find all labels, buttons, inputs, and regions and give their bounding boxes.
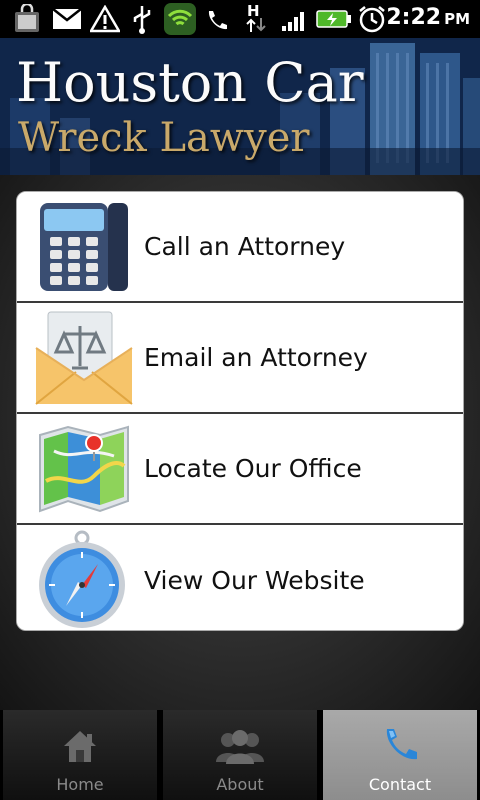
app-title-line2: Wreck Lawyer [18, 115, 310, 161]
tab-label: Contact [368, 775, 432, 794]
envelope-scales-icon [29, 308, 139, 408]
menu-item-label: View Our Website [144, 565, 365, 595]
tab-home[interactable]: Home [3, 710, 157, 800]
desk-phone-icon [29, 197, 139, 297]
menu-item-locate-office[interactable]: Locate Our Office [17, 414, 463, 525]
menu-item-email-attorney[interactable]: Email an Attorney [17, 303, 463, 414]
usb-icon [130, 4, 154, 38]
battery-charging-icon [316, 9, 352, 33]
menu-item-label: Call an Attorney [144, 232, 346, 261]
tab-contact[interactable]: Contact [323, 710, 477, 800]
tab-label: About [216, 775, 264, 794]
map-pin-icon [29, 419, 139, 519]
home-icon [60, 726, 100, 770]
warning-icon [88, 4, 122, 37]
phone-handset-icon [380, 726, 420, 770]
h-signal-icon: H [245, 2, 269, 38]
people-icon [212, 726, 268, 770]
wifi-shield-icon [163, 2, 197, 40]
svg-text:H: H [247, 2, 260, 20]
content-area: Call an Attorney Email an Attorney Locat… [0, 175, 480, 710]
phone-call-icon [204, 8, 230, 38]
bottom-tab-bar: Home About Contact [0, 710, 480, 800]
menu-item-label: Locate Our Office [144, 454, 362, 483]
contact-menu: Call an Attorney Email an Attorney Locat… [16, 191, 464, 631]
menu-item-label: Email an Attorney [144, 343, 368, 372]
signal-bars-icon [280, 8, 310, 36]
status-bar: H 2:22 PM [0, 0, 480, 38]
menu-item-view-website[interactable]: View Our Website [17, 525, 463, 630]
bag-icon [12, 2, 42, 38]
menu-item-call-attorney[interactable]: Call an Attorney [17, 192, 463, 303]
app-title-line1: Houston Car [16, 51, 364, 114]
tab-about[interactable]: About [163, 710, 317, 800]
header-banner: Houston Car Wreck Lawyer [0, 38, 480, 175]
alarm-icon [357, 4, 387, 38]
tab-label: Home [56, 775, 104, 794]
status-clock: 2:22 PM [386, 5, 470, 30]
mail-icon [52, 8, 82, 34]
compass-icon [29, 530, 139, 630]
